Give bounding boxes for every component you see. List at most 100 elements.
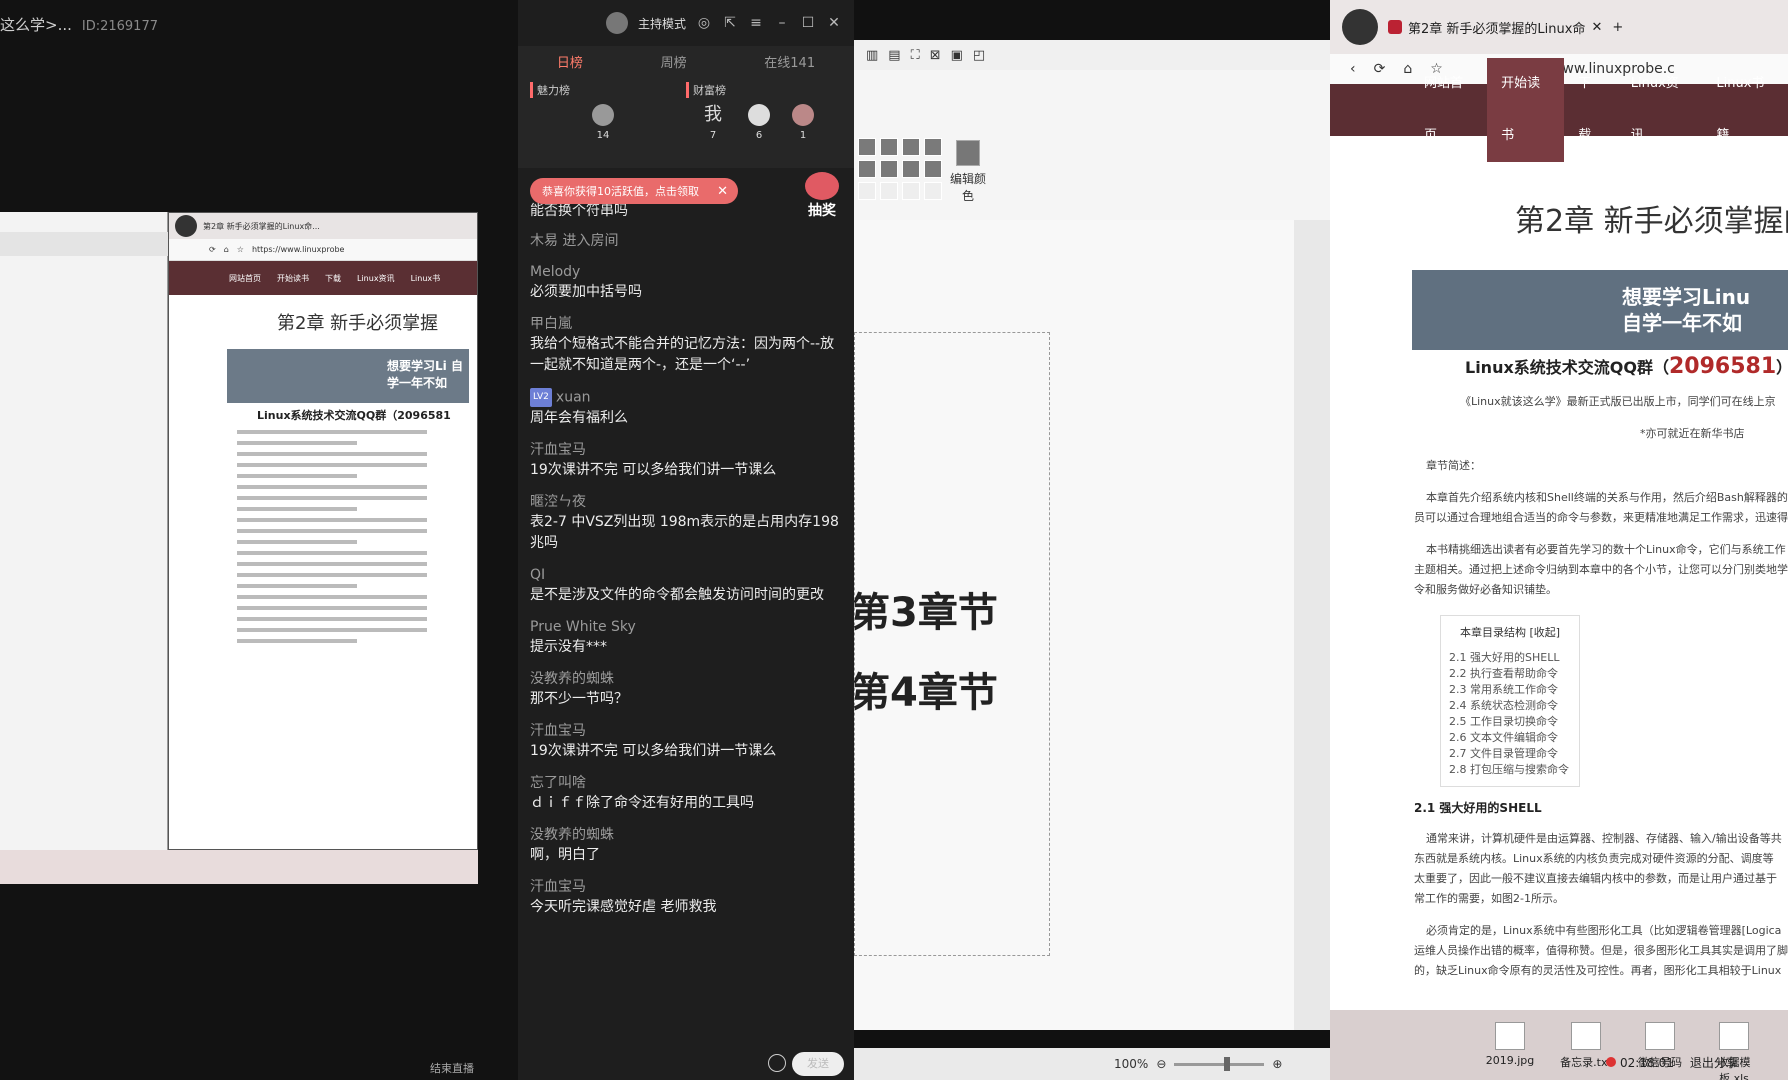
tab-daily[interactable]: 日榜 (557, 52, 583, 71)
url-text[interactable]: https://www.linuxprobe (252, 245, 345, 254)
browser-tabbar: 第2章 新手必须掌握的Linux命... (169, 213, 477, 239)
toc-item[interactable]: 2.8 打包压缩与搜索命令 (1449, 762, 1571, 778)
rank-user[interactable]: 我7 (698, 104, 728, 141)
edit-color-button[interactable]: 编辑颜色 (950, 140, 986, 204)
paragraph: 令和服务做好必备知识铺垫。 (1414, 583, 1557, 596)
level-badge: LV2 (530, 388, 552, 407)
tab-online[interactable]: 在线141 (764, 52, 815, 71)
layout-icon[interactable]: ▥ (866, 48, 878, 63)
nav-item[interactable]: Linux书 (411, 273, 441, 284)
desktop-file[interactable]: 收据模板.xls (1704, 1022, 1764, 1080)
close-icon[interactable]: ✕ (826, 15, 842, 31)
host-mode-label[interactable]: 主持模式 (638, 15, 686, 32)
paragraph: 本书精挑细选出读者有必要首先学习的数十个Linux命令，它们与系统工作 (1426, 543, 1786, 556)
back-icon[interactable]: ‹ (1350, 61, 1356, 77)
palette-icon (956, 140, 980, 166)
color-swatches[interactable] (858, 138, 942, 200)
room-id: ID:2169177 (81, 19, 158, 34)
select-icon[interactable]: ⊠ (930, 48, 941, 63)
chat-message: QI 是不是涉及文件的命令都会触发访问时间的更改 (530, 566, 824, 603)
close-tab-icon[interactable]: ✕ (1591, 20, 1602, 35)
zoom-slider[interactable] (1174, 1056, 1265, 1071)
toc-item[interactable]: 2.1 强大好用的SHELL (1449, 650, 1571, 666)
paragraph: 本章首先介绍系统内核和Shell终端的关系与作用，然后介绍Bash解释器的 (1426, 491, 1788, 504)
scrollbar[interactable] (1294, 220, 1330, 1030)
paragraph: 太重要了，因此一般不建议直接去编辑内核中的参数，而是让用户通过基于 (1414, 872, 1777, 885)
star-icon[interactable]: ☆ (237, 245, 244, 254)
site-nav: 网站首页 开始读书 下载 Linux资讯 Linux书籍 (1330, 58, 1788, 162)
avatar (175, 215, 197, 237)
settings-icon[interactable]: ◎ (696, 15, 712, 31)
terminal-icon[interactable]: ▣ (951, 48, 963, 63)
browser-tab[interactable]: 第2章 新手必须掌握的Linux命 ✕ (1388, 18, 1602, 37)
new-tab-icon[interactable]: + (1612, 20, 1623, 35)
end-live-button[interactable]: 结束直播 (430, 1060, 474, 1076)
paragraph: 《Linux就该这么学》最新正式版已出版上市，同学们可在线上京 (1460, 395, 1776, 408)
crop-icon[interactable]: ⛶ (911, 48, 920, 63)
screen-icon[interactable]: ◰ (973, 48, 985, 63)
chat-message: 忘了叫啥 ｄｉｆｆ除了命令还有好用的工具吗 (530, 774, 754, 811)
paragraph: 运维人员操作出错的概率，值得称赞。但是，很多图形化工具其实是调用了脚 (1414, 944, 1788, 957)
ad-banner[interactable]: 想要学习Li 自学一年不如 (227, 349, 469, 403)
emoji-icon[interactable] (768, 1054, 786, 1072)
maximize-icon[interactable]: ☐ (800, 15, 816, 31)
section-heading: 2.1 强大好用的SHELL (1414, 801, 1542, 815)
toc-item[interactable]: 2.5 工作目录切换命令 (1449, 714, 1571, 730)
send-button[interactable]: 发送 (792, 1052, 844, 1076)
host-avatar (605, 12, 628, 34)
menu-icon[interactable]: ≡ (748, 15, 764, 31)
share-status: 02:18:01 退出分享 (1606, 1054, 1738, 1071)
tab-weekly[interactable]: 周榜 (661, 52, 687, 71)
window-title: 这么学>... ID:2169177 (0, 14, 158, 35)
reward-toast[interactable]: 恭喜你获得10活跃值，点击领取 ✕ (530, 178, 738, 204)
reload-icon[interactable]: ⟳ (209, 245, 216, 254)
paragraph: 东西就是系统内核。Linux系统的内核负责完成对硬件资源的分配、调度等 (1414, 852, 1774, 865)
lottery-button[interactable]: 抽奖 (800, 172, 844, 220)
toc-item[interactable]: 2.7 文件目录管理命令 (1449, 746, 1571, 762)
close-icon[interactable]: ✕ (717, 184, 728, 199)
page-title: 第2章 新手必须掌握的 (1515, 204, 1788, 239)
live-chat-panel: 主持模式 ◎ ⇱ ≡ – ☐ ✕ 日榜 周榜 在线141 魅力榜 财富榜 14 … (518, 0, 854, 1080)
toc-item[interactable]: 2.4 系统状态检测命令 (1449, 698, 1571, 714)
nav-item[interactable]: 开始读书 (277, 273, 309, 284)
nav-item[interactable]: 网站首页 (229, 273, 261, 284)
toc-item[interactable]: 2.3 常用系统工作命令 (1449, 682, 1571, 698)
desktop-file[interactable]: 2019.jpg (1480, 1022, 1540, 1067)
address-bar[interactable]: ⟳ ⌂ ☆ https://www.linuxprobe (169, 239, 477, 261)
toc-item[interactable]: 2.2 执行查看帮助命令 (1449, 666, 1571, 682)
browser-tab[interactable]: 第2章 新手必须掌握的Linux命... (203, 221, 320, 232)
home-icon[interactable]: ⌂ (224, 245, 229, 254)
rank-user[interactable]: 1 (788, 104, 818, 141)
browser-window: 第2章 新手必须掌握的Linux命 ✕ + ‹ ⟳ ⌂ ☆ https://ww… (1330, 0, 1788, 1010)
toc-item[interactable]: 2.6 文本文件编辑命令 (1449, 730, 1571, 746)
chat-message: 汗血宝马 今天听完课感觉好虐 老师救我 (530, 878, 717, 915)
toast-text: 恭喜你获得10活跃值，点击领取 (542, 185, 699, 198)
layout-icon[interactable]: ▤ (888, 48, 900, 63)
window-title-text: 这么学>... (0, 16, 72, 34)
nav-item[interactable]: 下载 (325, 273, 341, 284)
zoom-out-icon[interactable]: ⊖ (1156, 1057, 1166, 1071)
selection-box[interactable] (854, 332, 1050, 956)
rank-user[interactable]: 6 (744, 104, 774, 141)
status-bar: 100% ⊖ ⊕ (854, 1048, 1330, 1080)
chat-message: 没教养的蜘蛛 那不少一节吗？ (530, 670, 628, 707)
toc-title[interactable]: 本章目录结构 [收起] (1449, 624, 1571, 640)
paragraph: 常工作的需要，如图2-1所示。 (1414, 892, 1564, 905)
mini-taskbar (0, 850, 478, 884)
toc: 本章目录结构 [收起] 2.1 强大好用的SHELL 2.2 执行查看帮助命令 … (1440, 615, 1580, 787)
reload-icon[interactable]: ⟳ (1374, 61, 1386, 77)
chat-message: 汗血宝马 19次课讲不完 可以多给我们讲一节课么 (530, 441, 777, 478)
taskbar: 2019.jpg 备忘录.txt 微信号码 收据模板.xls 02:18:01 … (1330, 1010, 1788, 1080)
ad-banner[interactable]: 想要学习Linu 自学一年不如 (1412, 270, 1788, 350)
chat-message: Prue White Sky 提示没有*** (530, 618, 636, 655)
shared-screen-browser: 第2章 新手必须掌握的Linux命... ⟳ ⌂ ☆ https://www.l… (168, 212, 478, 850)
paragraph: 员可以通过合理地组合适当的命令与参数，来更精准地满足工作需求，迅速得 (1414, 511, 1788, 524)
charm-rank-label: 魅力榜 (530, 82, 570, 98)
popout-icon[interactable]: ⇱ (722, 15, 738, 31)
rank-user[interactable]: 14 (588, 104, 618, 141)
exit-share-button[interactable]: 退出分享 (1690, 1054, 1738, 1071)
paragraph: 通常来讲，计算机硬件是由运算器、控制器、存储器、输入/输出设备等共 (1426, 832, 1782, 845)
zoom-in-icon[interactable]: ⊕ (1272, 1057, 1282, 1071)
nav-item[interactable]: Linux资讯 (357, 273, 395, 284)
minimize-icon[interactable]: – (774, 15, 790, 31)
